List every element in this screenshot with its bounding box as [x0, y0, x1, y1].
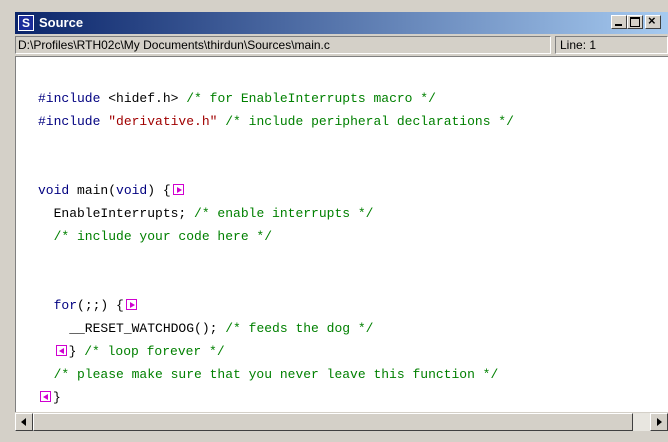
horizontal-scrollbar[interactable] — [15, 413, 668, 431]
scroll-right-button[interactable] — [650, 413, 668, 431]
window-title: Source — [39, 15, 84, 30]
file-path: D:\Profiles\RTH02c\My Documents\thirdun\… — [15, 36, 551, 54]
scrollbar-thumb[interactable] — [33, 413, 633, 431]
code-editor[interactable]: #include <hidef.h> /* for EnableInterrup… — [15, 56, 668, 412]
code-line: void main(void) { — [38, 183, 186, 198]
minimize-button[interactable] — [611, 15, 627, 29]
code-line: /* please make sure that you never leave… — [38, 367, 499, 382]
code-line: } /* loop forever */ — [38, 344, 225, 359]
code-line: for(;;) { — [38, 298, 139, 313]
source-window: S Source × D:\Profiles\RTH02c\My Documen… — [0, 0, 668, 442]
code-line: #include "derivative.h" /* include perip… — [38, 114, 514, 129]
close-icon: × — [648, 13, 656, 28]
source-window-icon: S — [18, 15, 34, 31]
line-indicator: Line: 1 — [555, 36, 668, 54]
scroll-left-button[interactable] — [15, 413, 33, 431]
title-bar[interactable]: S Source × — [15, 12, 668, 34]
code-line: } — [38, 390, 61, 405]
status-bar: D:\Profiles\RTH02c\My Documents\thirdun\… — [15, 36, 668, 54]
fold-collapse-icon[interactable] — [55, 345, 67, 356]
code-line: #include <hidef.h> /* for EnableInterrup… — [38, 91, 436, 106]
code-line: __RESET_WATCHDOG(); /* feeds the dog */ — [38, 321, 374, 336]
code-line: /* include your code here */ — [38, 229, 273, 244]
fold-expand-icon[interactable] — [125, 299, 137, 310]
fold-collapse-icon[interactable] — [40, 391, 51, 402]
close-button[interactable]: × — [645, 13, 661, 29]
fold-expand-icon[interactable] — [172, 184, 184, 195]
source-code[interactable]: #include <hidef.h> /* for EnableInterrup… — [38, 87, 514, 409]
code-line: EnableInterrupts; /* enable interrupts *… — [38, 206, 374, 221]
maximize-button[interactable] — [627, 15, 643, 29]
